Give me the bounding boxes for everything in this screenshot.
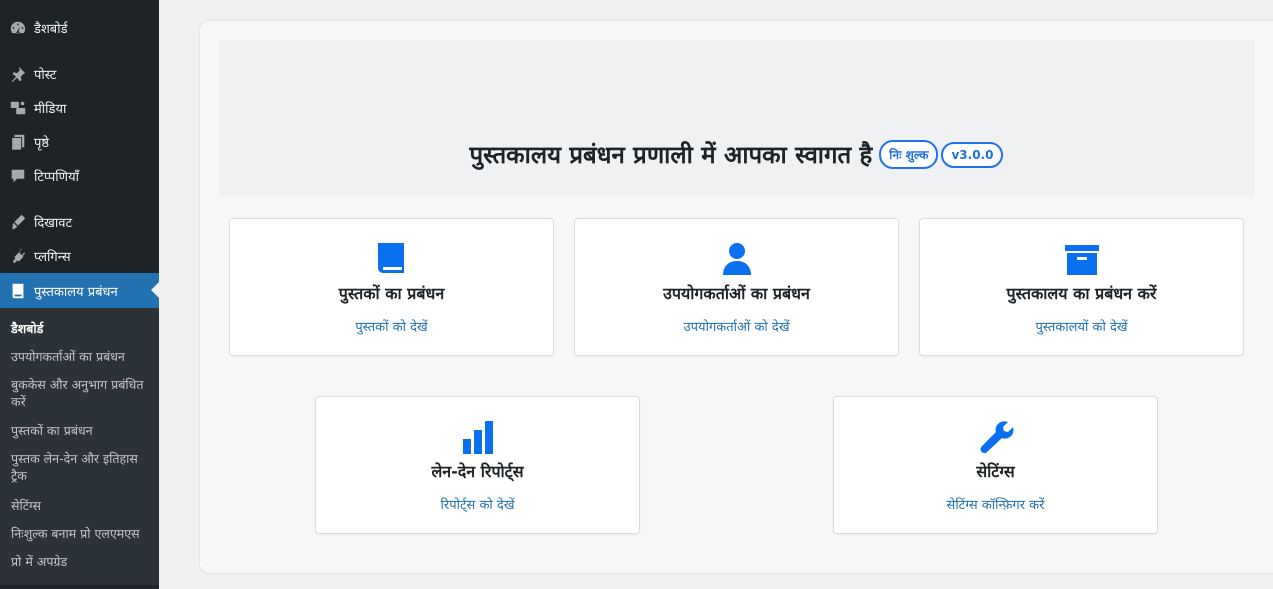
submenu-item-free-vs-pro[interactable]: निःशुल्क बनाम प्रो एलएमएस	[11, 525, 151, 542]
card-title: सेटिंग्स	[976, 462, 1015, 481]
sidebar-item-pages[interactable]: पृष्ठे	[0, 125, 159, 159]
submenu-item-dashboard[interactable]: डैशबोर्ड	[11, 320, 151, 337]
version-badge: v3.0.0	[941, 141, 1004, 168]
sidebar-item-label: पृष्ठे	[34, 136, 50, 151]
submenu-item-book-transactions[interactable]: पुस्तक लेन-देन और इतिहास ट्रैक	[11, 450, 151, 484]
comments-icon	[8, 166, 28, 186]
submenu-item-manage-bookcases[interactable]: बुककेस और अनुभाग प्रबंधित करें	[11, 376, 151, 410]
submenu-item-manage-books[interactable]: पुस्तकों का प्रबंधन	[11, 422, 151, 439]
configure-settings-link[interactable]: सेटिंग्स कॉन्फ़िगर करें	[834, 495, 1157, 513]
sidebar-item-media[interactable]: मीडिया	[0, 91, 159, 125]
archive-icon	[920, 241, 1243, 277]
sidebar-item-label: टिप्पणियाँ	[34, 170, 79, 185]
plugins-icon	[8, 246, 28, 266]
sidebar-item-comments[interactable]: टिप्पणियाँ	[0, 159, 159, 193]
sidebar-item-library-management[interactable]: पुस्तकालय प्रबंधन	[0, 273, 159, 308]
sidebar-item-label: पुस्तकालय प्रबंधन	[34, 284, 118, 300]
card-title: पुस्तकालय का प्रबंधन करें	[1006, 284, 1157, 303]
submenu-item-manage-users[interactable]: उपयोगकर्ताओं का प्रबंधन	[11, 348, 151, 365]
card-manage-books: पुस्तकों का प्रबंधन पुस्तकों को देखें	[229, 218, 554, 356]
sidebar-item-posts[interactable]: पोस्ट	[0, 57, 159, 91]
sidebar-item-label: पोस्ट	[34, 68, 57, 83]
sidebar-item-label: प्लगिन्स	[34, 250, 71, 265]
view-reports-link[interactable]: रिपोर्ट्स को देखें	[316, 495, 639, 513]
sidebar-item-label: मीडिया	[34, 102, 67, 117]
dashboard-icon	[8, 18, 28, 38]
view-books-link[interactable]: पुस्तकों को देखें	[230, 317, 553, 335]
submenu-item-upgrade-pro[interactable]: प्रो में अपग्रेड	[11, 553, 151, 570]
submenu-item-settings[interactable]: सेटिंग्स	[11, 497, 151, 514]
sidebar-item-plugins[interactable]: प्लगिन्स	[0, 239, 159, 273]
card-title: उपयोगकर्ताओं का प्रबंधन	[663, 284, 810, 303]
card-manage-library: पुस्तकालय का प्रबंधन करें पुस्तकालयों को…	[919, 218, 1244, 356]
welcome-hero: पुस्तकालय प्रबंधन प्रणाली में आपका स्वाग…	[219, 40, 1254, 197]
media-icon	[8, 98, 28, 118]
view-libraries-link[interactable]: पुस्तकालयों को देखें	[920, 317, 1243, 335]
sidebar-item-appearance[interactable]: दिखावट	[0, 205, 159, 239]
bar-chart-icon	[316, 419, 639, 455]
view-users-link[interactable]: उपयोगकर्ताओं को देखें	[575, 317, 898, 335]
admin-sidebar: डैशबोर्ड पोस्ट मीडिया पृष्ठे टिप्पणियाँ …	[0, 0, 159, 589]
sidebar-item-label: दिखावट	[34, 216, 73, 231]
sidebar-item-dashboard[interactable]: डैशबोर्ड	[0, 11, 159, 45]
card-title: लेन-देन रिपोर्ट्स	[431, 462, 524, 481]
pages-icon	[8, 132, 28, 152]
pin-icon	[8, 64, 28, 84]
card-transaction-reports: लेन-देन रिपोर्ट्स रिपोर्ट्स को देखें	[315, 396, 640, 534]
card-title: पुस्तकों का प्रबंधन	[338, 284, 445, 303]
appearance-icon	[8, 212, 28, 232]
sidebar-submenu: डैशबोर्ड उपयोगकर्ताओं का प्रबंधन बुककेस …	[0, 308, 159, 585]
hero-title-row: पुस्तकालय प्रबंधन प्रणाली में आपका स्वाग…	[219, 138, 1254, 171]
user-icon	[575, 241, 898, 277]
sidebar-item-label: डैशबोर्ड	[34, 22, 68, 37]
free-badge: निः शुल्क	[879, 140, 939, 169]
wrench-icon	[834, 419, 1157, 455]
card-settings: सेटिंग्स सेटिंग्स कॉन्फ़िगर करें	[833, 396, 1158, 534]
page-title: पुस्तकालय प्रबंधन प्रणाली में आपका स्वाग…	[469, 141, 873, 169]
card-manage-users: उपयोगकर्ताओं का प्रबंधन उपयोगकर्ताओं को …	[574, 218, 899, 356]
book-icon	[8, 281, 28, 301]
book-icon	[230, 241, 553, 277]
